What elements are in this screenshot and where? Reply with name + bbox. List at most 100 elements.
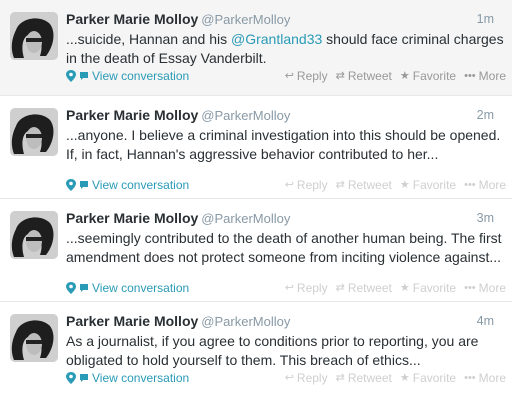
- more-dots-icon: •••: [464, 70, 476, 82]
- tweet-text: ...suicide, Hannan and his @Grantland33 …: [66, 30, 504, 68]
- tweet-text: ...anyone. I believe a criminal investig…: [66, 127, 501, 162]
- reply-icon: ↩: [284, 179, 294, 191]
- author-handle[interactable]: @ParkerMolloy: [201, 12, 290, 27]
- reply-label: Reply: [296, 371, 328, 385]
- retweet-label: Retweet: [347, 371, 392, 385]
- author-name[interactable]: Parker Marie Molloy: [66, 313, 198, 329]
- author-name[interactable]: Parker Marie Molloy: [66, 11, 198, 27]
- author-handle[interactable]: @ParkerMolloy: [201, 211, 290, 226]
- view-conversation-label: View conversation: [92, 178, 190, 192]
- retweet-label: Retweet: [347, 69, 392, 83]
- location-pin-icon: [66, 282, 76, 294]
- author-name[interactable]: Parker Marie Molloy: [66, 210, 198, 226]
- tweet-item[interactable]: Parker Marie Molloy @ParkerMolloy 3m ...s…: [0, 199, 512, 302]
- tweet-actions: ↩ Reply ⇄ Retweet ★ Favorite ••• More: [285, 280, 506, 296]
- more-label: More: [478, 281, 506, 295]
- avatar[interactable]: [10, 211, 58, 259]
- retweet-icon: ⇄: [335, 282, 345, 294]
- favorite-button[interactable]: ★ Favorite: [400, 280, 456, 296]
- avatar[interactable]: [10, 12, 58, 60]
- mention-link[interactable]: @Grantland33: [231, 31, 322, 47]
- star-icon: ★: [399, 372, 410, 384]
- timestamp[interactable]: 2m: [477, 107, 494, 123]
- location-pin-icon: [66, 70, 76, 82]
- timestamp[interactable]: 1m: [477, 11, 494, 27]
- view-conversation-link[interactable]: View conversation: [66, 370, 189, 386]
- tweet-item[interactable]: Parker Marie Molloy @ParkerMolloy 4m As a…: [0, 302, 512, 405]
- location-pin-icon: [66, 179, 76, 191]
- favorite-button[interactable]: ★ Favorite: [400, 68, 456, 84]
- favorite-label: Favorite: [412, 69, 457, 83]
- author-handle[interactable]: @ParkerMolloy: [201, 314, 290, 329]
- reply-label: Reply: [296, 281, 328, 295]
- more-button[interactable]: ••• More: [464, 370, 506, 386]
- reply-button[interactable]: ↩ Reply: [285, 177, 328, 193]
- tweet-text: ...seemingly contributed to the death of…: [66, 230, 502, 265]
- retweet-label: Retweet: [347, 281, 392, 295]
- favorite-button[interactable]: ★ Favorite: [400, 370, 456, 386]
- author-handle[interactable]: @ParkerMolloy: [201, 108, 290, 123]
- reply-button[interactable]: ↩ Reply: [285, 280, 328, 296]
- tweet-header: Parker Marie Molloy @ParkerMolloy 4m: [66, 313, 502, 330]
- retweet-button[interactable]: ⇄ Retweet: [336, 68, 392, 84]
- more-label: More: [478, 371, 506, 385]
- favorite-button[interactable]: ★ Favorite: [400, 177, 456, 193]
- more-dots-icon: •••: [464, 372, 476, 384]
- tweet-actions: ↩ Reply ⇄ Retweet ★ Favorite ••• More: [285, 68, 506, 84]
- reply-icon: ↩: [284, 282, 294, 294]
- tweet-text: As a journalist, if you agree to conditi…: [66, 333, 479, 368]
- retweet-button[interactable]: ⇄ Retweet: [336, 370, 392, 386]
- retweet-icon: ⇄: [335, 70, 345, 82]
- tweet-header: Parker Marie Molloy @ParkerMolloy 3m: [66, 210, 502, 227]
- star-icon: ★: [399, 179, 410, 191]
- more-label: More: [478, 178, 506, 192]
- reply-button[interactable]: ↩ Reply: [285, 68, 328, 84]
- tweet-footer: View conversation ↩ Reply ⇄ Retweet ★ Favor…: [66, 280, 506, 296]
- speech-bubble-icon: [80, 72, 88, 80]
- retweet-icon: ⇄: [335, 179, 345, 191]
- star-icon: ★: [399, 282, 410, 294]
- speech-bubble-icon: [80, 284, 88, 292]
- speech-bubble-icon: [80, 374, 88, 382]
- tweet-timeline: Parker Marie Molloy @ParkerMolloy 1m ...s…: [0, 0, 512, 405]
- star-icon: ★: [399, 70, 410, 82]
- reply-label: Reply: [296, 178, 328, 192]
- reply-button[interactable]: ↩ Reply: [285, 370, 328, 386]
- tweet-actions: ↩ Reply ⇄ Retweet ★ Favorite ••• More: [285, 177, 506, 193]
- view-conversation-label: View conversation: [92, 371, 190, 385]
- more-label: More: [478, 69, 506, 83]
- retweet-button[interactable]: ⇄ Retweet: [336, 177, 392, 193]
- more-dots-icon: •••: [464, 179, 476, 191]
- reply-icon: ↩: [284, 70, 294, 82]
- tweet-text-part: ...suicide, Hannan and his: [66, 31, 231, 47]
- more-button[interactable]: ••• More: [464, 68, 506, 84]
- retweet-icon: ⇄: [335, 372, 345, 384]
- view-conversation-link[interactable]: View conversation: [66, 280, 189, 296]
- view-conversation-label: View conversation: [92, 281, 190, 295]
- retweet-label: Retweet: [347, 178, 392, 192]
- view-conversation-link[interactable]: View conversation: [66, 68, 189, 84]
- avatar[interactable]: [10, 314, 58, 362]
- location-pin-icon: [66, 372, 76, 384]
- tweet-footer: View conversation ↩ Reply ⇄ Retweet ★ Favor…: [66, 177, 506, 193]
- author-name[interactable]: Parker Marie Molloy: [66, 107, 198, 123]
- more-button[interactable]: ••• More: [464, 177, 506, 193]
- tweet-footer: View conversation ↩ Reply ⇄ Retweet ★ Favor…: [66, 370, 506, 386]
- more-dots-icon: •••: [464, 282, 476, 294]
- reply-icon: ↩: [284, 372, 294, 384]
- favorite-label: Favorite: [412, 281, 457, 295]
- tweet-item[interactable]: Parker Marie Molloy @ParkerMolloy 2m ...a…: [0, 96, 512, 199]
- favorite-label: Favorite: [412, 178, 457, 192]
- more-button[interactable]: ••• More: [464, 280, 506, 296]
- tweet-item[interactable]: Parker Marie Molloy @ParkerMolloy 1m ...s…: [0, 0, 512, 96]
- retweet-button[interactable]: ⇄ Retweet: [336, 280, 392, 296]
- view-conversation-label: View conversation: [92, 69, 190, 83]
- tweet-header: Parker Marie Molloy @ParkerMolloy 1m: [66, 11, 502, 28]
- speech-bubble-icon: [80, 181, 88, 189]
- tweet-footer: View conversation ↩ Reply ⇄ Retweet ★ Favor…: [66, 68, 506, 84]
- avatar[interactable]: [10, 108, 58, 156]
- favorite-label: Favorite: [412, 371, 457, 385]
- timestamp[interactable]: 3m: [477, 210, 494, 226]
- timestamp[interactable]: 4m: [477, 313, 494, 329]
- view-conversation-link[interactable]: View conversation: [66, 177, 189, 193]
